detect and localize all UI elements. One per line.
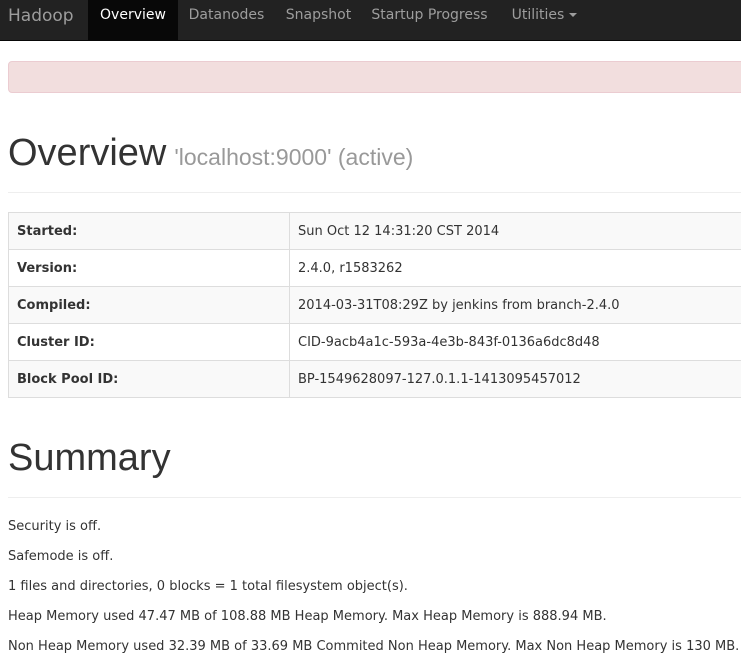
row-label: Compiled: xyxy=(8,286,290,324)
top-navbar: Hadoop Overview Datanodes Snapshot Start… xyxy=(0,0,741,41)
row-label: Started: xyxy=(8,212,290,250)
nav-tab-label: Overview xyxy=(100,7,166,23)
brand-link[interactable]: Hadoop xyxy=(8,6,74,26)
table-row: Compiled: 2014-03-31T08:29Z by jenkins f… xyxy=(8,286,741,324)
row-value: CID-9acb4a1c-593a-4e3b-843f-0136a6dc8d48 xyxy=(289,323,741,361)
nav-tab-label: Snapshot xyxy=(285,7,352,23)
nav-tab-label: Startup Progress xyxy=(371,7,488,23)
row-value: BP-1549628097-127.0.1.1-1413095457012 xyxy=(289,360,741,398)
row-value: 2014-03-31T08:29Z by jenkins from branch… xyxy=(289,286,741,324)
table-row: Cluster ID: CID-9acb4a1c-593a-4e3b-843f-… xyxy=(8,323,741,361)
table-row: Started: Sun Oct 12 14:31:20 CST 2014 xyxy=(8,212,741,250)
table-row: Version: 2.4.0, r1583262 xyxy=(8,249,741,287)
overview-table: Started: Sun Oct 12 14:31:20 CST 2014 Ve… xyxy=(8,212,741,398)
nav-tab-startup-progress[interactable]: Startup Progress xyxy=(362,0,497,40)
nav-tab-snapshot[interactable]: Snapshot xyxy=(275,0,362,40)
non-heap-memory: Non Heap Memory used 32.39 MB of 33.69 M… xyxy=(8,639,740,654)
nav-tab-overview[interactable]: Overview xyxy=(88,0,178,40)
row-label: Block Pool ID: xyxy=(8,360,290,398)
filesystem-objects: 1 files and directories, 0 blocks = 1 to… xyxy=(8,579,408,594)
alert-banner xyxy=(8,61,741,93)
overview-title: Overview xyxy=(8,132,167,174)
row-value: Sun Oct 12 14:31:20 CST 2014 xyxy=(289,212,741,250)
nav-tab-label: Datanodes xyxy=(188,7,265,23)
divider xyxy=(8,192,741,193)
heap-memory: Heap Memory used 47.47 MB of 108.88 MB H… xyxy=(8,609,607,624)
namenode-address: 'localhost:9000' (active) xyxy=(174,144,414,170)
nav-tab-label: Utilities xyxy=(511,7,565,23)
nav-dropdown-utilities[interactable]: Utilities xyxy=(497,0,592,40)
row-label: Cluster ID: xyxy=(8,323,290,361)
row-value: 2.4.0, r1583262 xyxy=(289,249,741,287)
chevron-down-icon xyxy=(569,13,578,17)
page-title: Overview 'localhost:9000' (active) xyxy=(8,128,413,182)
divider xyxy=(8,497,741,498)
row-label: Version: xyxy=(8,249,290,287)
security-status: Security is off. xyxy=(8,519,102,534)
summary-title: Summary xyxy=(8,437,171,479)
safemode-status: Safemode is off. xyxy=(8,549,114,564)
nav-tab-datanodes[interactable]: Datanodes xyxy=(178,0,275,40)
table-row: Block Pool ID: BP-1549628097-127.0.1.1-1… xyxy=(8,360,741,398)
